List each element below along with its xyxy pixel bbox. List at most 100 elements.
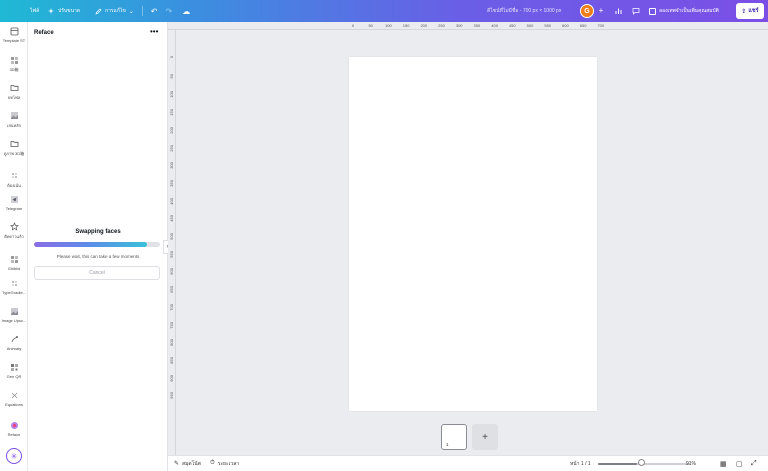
sparkle-icon (47, 7, 55, 15)
rail-item-6[interactable]: Telegram (0, 194, 28, 211)
grid-icon (9, 55, 19, 65)
design-page[interactable] (349, 57, 597, 411)
ruler-tick-label: 0 (351, 23, 355, 28)
divider (141, 6, 143, 16)
rail-item-11[interactable]: Animaty (0, 334, 28, 351)
ruler-tick-label: 300 (455, 23, 463, 28)
magic-assistant-button[interactable]: ✳ (6, 448, 22, 464)
timer-label: ระยะเวลา (217, 460, 240, 467)
grid-view-button[interactable]: ▦ (720, 460, 727, 468)
page-view-button[interactable]: ▢ (736, 460, 743, 468)
ruler-tick-label: 400 (169, 197, 174, 205)
page-number: 1 (446, 442, 449, 447)
analytics-button[interactable] (613, 5, 625, 17)
rail-item-label: Reface (7, 432, 21, 437)
avatar[interactable]: G (580, 4, 594, 18)
add-collaborator-button[interactable]: + (596, 6, 606, 16)
telegram-icon (9, 194, 19, 204)
ruler-tick-label: 350 (169, 179, 174, 187)
rail-item-0[interactable]: Template ST (0, 26, 28, 43)
notes-button[interactable]: ✎ สมุดโน้ต (174, 460, 201, 468)
rail-item-8[interactable]: Ghiblid (0, 254, 28, 271)
page-thumbnail[interactable]: 1 (441, 424, 467, 450)
ruler-tick-label: 250 (169, 144, 174, 152)
comment-button[interactable] (630, 5, 642, 17)
rail-item-4[interactable]: ดูภาพ 3D箱 (0, 138, 28, 157)
upgrade-label: ลองเทพจำเป็นเพิ่มคุณสมบัติ (659, 8, 719, 14)
status-message: Please wait, this can take a few moments (56, 254, 140, 259)
edit-menu[interactable]: การแก้ไข ⌄ (94, 7, 134, 15)
image-icon (9, 110, 19, 120)
grid-icon: ▦ (720, 460, 727, 468)
qr-icon (9, 362, 19, 372)
share-button[interactable]: ⇪ แชร์ (736, 3, 764, 19)
rail-item-2[interactable]: บทโฟล (0, 82, 28, 101)
ruler-horizontal: 0 50 100 150 200 250 300 350 400 450 500 550 600 650 7… (168, 22, 768, 30)
cancel-button[interactable]: Cancel (34, 266, 160, 280)
expand-icon: ⤢ (751, 459, 757, 467)
rail-item-1[interactable]: 3D箱 (0, 55, 28, 73)
ruler-tick-label: 150 (169, 109, 174, 116)
page-indicator: หน้า 1 / 1 (570, 460, 591, 467)
rail-item-9[interactable]: TypeGradie... (0, 278, 28, 295)
ruler-tick-label: 100 (169, 91, 174, 99)
timer-button[interactable]: ⏱ ระยะเวลา (210, 460, 239, 468)
rail-item-13[interactable]: Equations (0, 390, 28, 407)
rail-item-label: ติดดาวแล้ว (4, 234, 24, 239)
redo-icon: ↷ (165, 6, 173, 16)
timer-icon: ⏱ (210, 460, 215, 466)
ruler-tick-label: 100 (385, 23, 392, 28)
calendar-icon (649, 7, 656, 15)
fullscreen-button[interactable]: ⤢ (751, 460, 757, 468)
zoom-value[interactable]: 91% (686, 461, 696, 467)
rail-item-label: Telegram (5, 206, 23, 211)
ruler-tick-label: 400 (491, 23, 498, 28)
file-menu[interactable]: ไฟล์ (30, 7, 39, 15)
resize-button[interactable]: ปรับขนาด (47, 7, 80, 15)
ruler-tick-label: 500 (169, 233, 174, 240)
bar-chart-icon (615, 8, 622, 14)
chevron-down-icon: ⌄ (128, 8, 134, 15)
rail-item-label: Gen QR (6, 374, 22, 379)
ruler-tick-label: 950 (169, 392, 174, 399)
template-icon (9, 26, 19, 36)
ruler-tick-label: 50 (368, 23, 373, 28)
ruler-tick-label: 450 (508, 23, 516, 28)
more-options-button[interactable]: ••• (150, 27, 158, 36)
ruler-tick-label: 350 (473, 23, 481, 28)
ruler-tick-label: 200 (420, 23, 428, 28)
rail-item-12[interactable]: Gen QR (0, 362, 28, 379)
rail-item-label: Animaty (6, 346, 22, 351)
upgrade-button[interactable]: ลองเทพจำเป็นเพิ่มคุณสมบัติ (649, 4, 719, 18)
rail-item-label: Equations (5, 402, 23, 407)
rail-item-14[interactable]: Reface (0, 420, 28, 437)
app-panel: Reface ••• Swapping faces Please wait, t… (28, 22, 168, 471)
rail-item-3[interactable]: เล่นหลัก (0, 110, 28, 129)
rail-item-label: ต้องเน้น (7, 183, 21, 188)
zoom-slider-knob[interactable] (638, 459, 645, 466)
reface-icon (9, 420, 19, 430)
ruler-tick-label: 600 (562, 23, 569, 28)
comment-icon (632, 8, 640, 15)
ruler-tick-label: 450 (169, 215, 174, 222)
ruler-tick-label: 0 (169, 56, 174, 59)
share-label: แชร์ (748, 8, 759, 14)
ruler-tick-label: 200 (169, 126, 174, 134)
ruler-tick-label: 150 (402, 23, 410, 28)
ruler-tick-label: 550 (544, 23, 552, 28)
animate-icon (9, 334, 19, 344)
ruler-tick-label: 300 (169, 162, 174, 169)
undo-button[interactable]: ↶ (151, 7, 158, 16)
dots-icon (9, 170, 19, 180)
rail-item-5[interactable]: ต้องเน้น (0, 170, 28, 189)
document-title[interactable]: ดีไซน์ที่ไม่มีชื่อ - 700 px × 1000 px (487, 7, 561, 15)
rail-item-label: 3D箱 (9, 67, 19, 72)
ruler-tick-label: 50 (169, 73, 174, 79)
cloud-save-button[interactable]: ☁ (182, 7, 190, 16)
rail-item-10[interactable]: Image Upsc... (0, 306, 28, 323)
redo-button[interactable]: ↷ (166, 7, 173, 16)
rail-item-7[interactable]: ติดดาวแล้ว (0, 221, 28, 240)
file-menu-label: ไฟล์ (30, 8, 40, 14)
add-page-button[interactable]: + (472, 424, 498, 450)
ruler-tick-label: 600 (169, 268, 174, 276)
